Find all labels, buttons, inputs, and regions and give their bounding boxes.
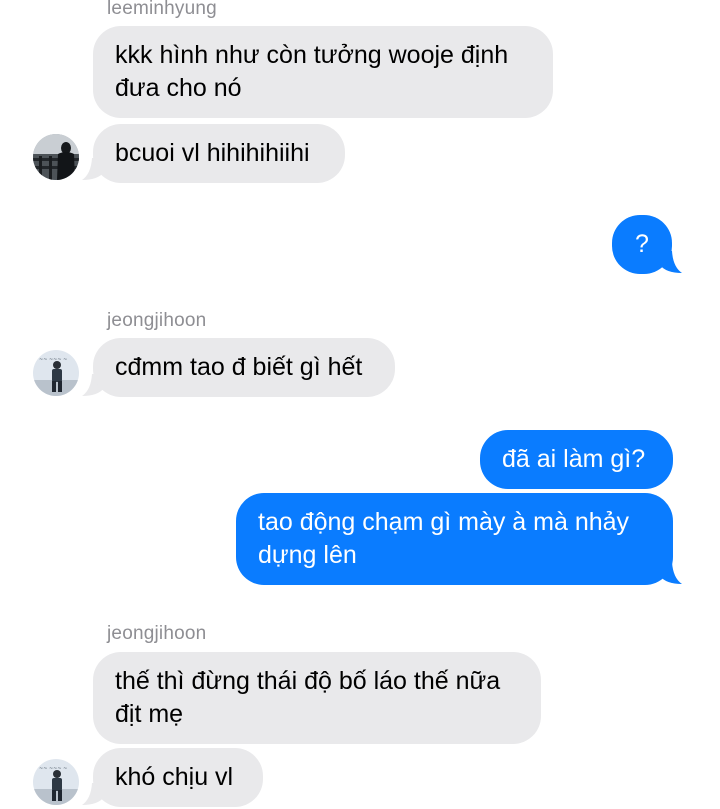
- sender-name: jeongjihoon: [107, 623, 207, 644]
- sender-name: jeongjihoon: [107, 310, 207, 331]
- outgoing-message[interactable]: ?: [612, 215, 672, 274]
- svg-text:~~ ~~~ ~: ~~ ~~~ ~: [39, 766, 67, 772]
- chat-thread[interactable]: leeminhyung kkk hình như còn tưởng wooje…: [0, 0, 720, 809]
- incoming-message[interactable]: kkk hình như còn tưởng wooje định đưa ch…: [93, 26, 553, 118]
- incoming-message[interactable]: bcuoi vl hihihihiihi: [93, 124, 345, 183]
- sender-name: leeminhyung: [107, 0, 217, 19]
- svg-text:~~ ~~~ ~: ~~ ~~~ ~: [39, 357, 67, 363]
- avatar-photo-icon: ~~ ~~~ ~: [33, 350, 79, 396]
- avatar-leeminhyung[interactable]: [33, 134, 79, 180]
- outgoing-message[interactable]: tao động chạm gì mày à mà nhảy dựng lên: [236, 493, 673, 585]
- outgoing-message[interactable]: đã ai làm gì?: [480, 430, 673, 489]
- avatar-photo-icon: ~~ ~~~ ~: [33, 759, 79, 805]
- avatar-photo-icon: [33, 134, 79, 180]
- incoming-message[interactable]: thế thì đừng thái độ bố láo thế nữa địt …: [93, 652, 541, 744]
- incoming-message[interactable]: khó chịu vl: [93, 748, 263, 807]
- avatar-jeongjihoon[interactable]: ~~ ~~~ ~: [33, 350, 79, 396]
- avatar-jeongjihoon[interactable]: ~~ ~~~ ~: [33, 759, 79, 805]
- incoming-message[interactable]: cđmm tao đ biết gì hết: [93, 338, 395, 397]
